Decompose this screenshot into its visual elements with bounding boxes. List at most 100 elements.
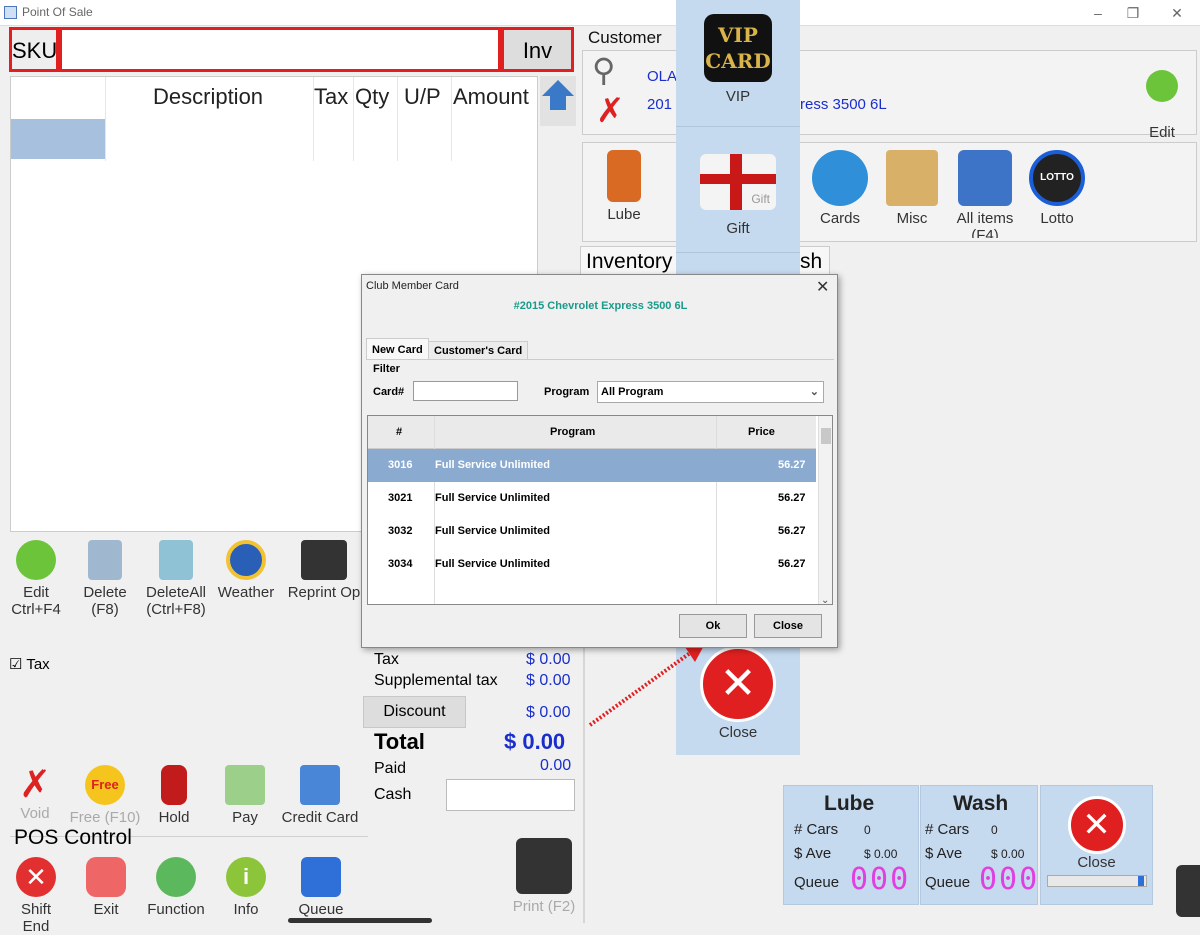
- function-button[interactable]: Function: [144, 857, 208, 918]
- queue-button[interactable]: Queue: [296, 857, 346, 918]
- ok-button[interactable]: Ok: [679, 614, 747, 638]
- scroll-up-button[interactable]: [540, 76, 576, 126]
- minimize-button[interactable]: –: [1083, 3, 1113, 23]
- tab-new-card[interactable]: New Card: [366, 338, 429, 360]
- pay-button[interactable]: Pay: [222, 765, 268, 826]
- reprint-button[interactable]: Reprint Op: [286, 540, 362, 601]
- category-cards[interactable]: Cards: [810, 150, 870, 227]
- col-price: Price: [748, 426, 775, 438]
- col-qty: Qty: [355, 84, 390, 109]
- table-row[interactable]: 3016 Full Service Unlimited 56.27: [368, 449, 816, 482]
- category-lube[interactable]: Lube: [598, 150, 650, 223]
- table-row[interactable]: 3034 Full Service Unlimited 56.27: [368, 548, 816, 581]
- void-button[interactable]: ✗ Void: [10, 765, 60, 822]
- col-description: Description: [153, 84, 264, 109]
- program-label: Program: [544, 386, 590, 398]
- lotto-icon: LOTTO: [1029, 150, 1085, 206]
- supplemental-tax-label: Supplemental tax: [374, 672, 498, 689]
- table-row[interactable]: 3032 Full Service Unlimited 56.27: [368, 515, 816, 548]
- tax-total-label: Tax: [374, 651, 399, 668]
- side-tab-handle[interactable]: [1176, 865, 1200, 917]
- sku-input[interactable]: [59, 27, 501, 72]
- weather-button[interactable]: Weather: [216, 540, 276, 601]
- lube-panel: Lube # Cars 0 $ Ave $ 0.00 Queue 000: [783, 785, 919, 905]
- program-grid[interactable]: # Program Price 3016 Full Service Unlimi…: [367, 415, 833, 605]
- scroll-indicator: [288, 918, 432, 923]
- exit-runner-icon: [86, 857, 126, 897]
- delete-button[interactable]: Delete (F8): [78, 540, 132, 618]
- customer-vehicle: 201: [647, 96, 673, 113]
- trash-icon: [88, 540, 122, 580]
- info-icon: i: [226, 857, 266, 897]
- tab-wash[interactable]: sh: [800, 250, 822, 274]
- print-button[interactable]: Print (F2): [506, 838, 582, 915]
- bottom-close-button[interactable]: ✕ Close: [1040, 785, 1153, 905]
- cash-label: Cash: [374, 786, 412, 803]
- discount-button[interactable]: Discount: [363, 696, 466, 728]
- category-lotto[interactable]: LOTTO Lotto: [1026, 150, 1088, 227]
- progress-bar: [1046, 875, 1147, 887]
- all-items-icon: [958, 150, 1012, 206]
- info-button[interactable]: i Info: [226, 857, 266, 918]
- inv-button[interactable]: Inv: [501, 27, 574, 72]
- free-badge-icon: Free: [85, 765, 125, 805]
- tab-inventory[interactable]: Inventory: [586, 250, 672, 274]
- dialog-close-icon[interactable]: ✕: [816, 277, 829, 297]
- program-select[interactable]: All Program ⌄: [597, 381, 824, 403]
- total-label: Total: [374, 729, 425, 754]
- weather-icon: [226, 540, 266, 580]
- tax-checkbox[interactable]: ☑ Tax: [9, 655, 50, 673]
- tax-total-value: $ 0.00: [526, 651, 571, 668]
- total-value: $ 0.00: [504, 729, 566, 754]
- club-member-card-dialog: Club Member Card ✕ #2015 Chevrolet Expre…: [361, 274, 838, 648]
- col-number: #: [396, 426, 403, 438]
- category-all-items[interactable]: All items (F4): [952, 150, 1018, 238]
- sku-label: SKU: [9, 27, 59, 72]
- pos-control-title: POS Control: [14, 826, 132, 849]
- free-button[interactable]: Free Free (F10): [66, 765, 144, 826]
- grid-scrollbar[interactable]: ⌄: [818, 416, 832, 604]
- window-close-button[interactable]: ✕: [1162, 3, 1192, 23]
- filter-label: Filter: [373, 363, 400, 375]
- customer-vehicle-rest: ress 3500 6L: [800, 96, 887, 113]
- shift-end-icon: ✕: [16, 857, 56, 897]
- edit-button[interactable]: Edit Ctrl+F4: [8, 540, 64, 618]
- customer-label: Customer: [588, 28, 662, 47]
- vip-button[interactable]: VIP CARD VIP: [676, 14, 800, 105]
- tab-customers-card[interactable]: Customer's Card: [428, 341, 529, 360]
- printer-icon: [516, 838, 572, 894]
- dialog-title: Club Member Card: [366, 280, 459, 292]
- title-bar: Point Of Sale – ❐ ✕: [0, 0, 1200, 26]
- close-x-icon: ✕: [1067, 796, 1126, 854]
- table-row[interactable]: 3021 Full Service Unlimited 56.27: [368, 482, 816, 515]
- card-number-input[interactable]: [413, 381, 518, 401]
- queue-icon: [301, 857, 341, 897]
- cash-input[interactable]: [446, 779, 575, 811]
- exit-button[interactable]: Exit: [86, 857, 126, 918]
- app-icon: [4, 6, 17, 19]
- arrow-up-icon: [542, 80, 574, 110]
- trash-all-icon: [159, 540, 193, 580]
- customer-pane: [582, 50, 1197, 135]
- dialog-close-button[interactable]: Close: [754, 614, 822, 638]
- category-misc[interactable]: Misc: [884, 150, 940, 227]
- hold-button[interactable]: Hold: [152, 765, 196, 826]
- box-icon: [886, 150, 938, 206]
- edit-icon: [16, 540, 56, 580]
- delete-all-button[interactable]: DeleteAll (Ctrl+F8): [142, 540, 210, 618]
- search-customer-icon[interactable]: ⚲: [592, 51, 615, 89]
- selected-row-cell[interactable]: [11, 119, 105, 159]
- supplemental-tax-value: $ 0.00: [526, 672, 571, 689]
- gift-button[interactable]: Gift Gift: [676, 154, 800, 237]
- dialog-vehicle: #2015 Chevrolet Express 3500 6L: [513, 300, 688, 312]
- discount-value: $ 0.00: [526, 704, 571, 721]
- credit-card-button[interactable]: Credit Card: [280, 765, 360, 826]
- paid-label: Paid: [374, 760, 407, 777]
- shift-end-button[interactable]: ✕ Shift End: [6, 857, 66, 935]
- maximize-button[interactable]: ❐: [1118, 3, 1148, 23]
- oil-bottle-icon: [607, 150, 641, 202]
- void-x-icon: ✗: [19, 764, 51, 806]
- gear-icon: [156, 857, 196, 897]
- gift-card-icon: Gift: [700, 154, 776, 210]
- remove-customer-icon[interactable]: ✗: [596, 94, 625, 128]
